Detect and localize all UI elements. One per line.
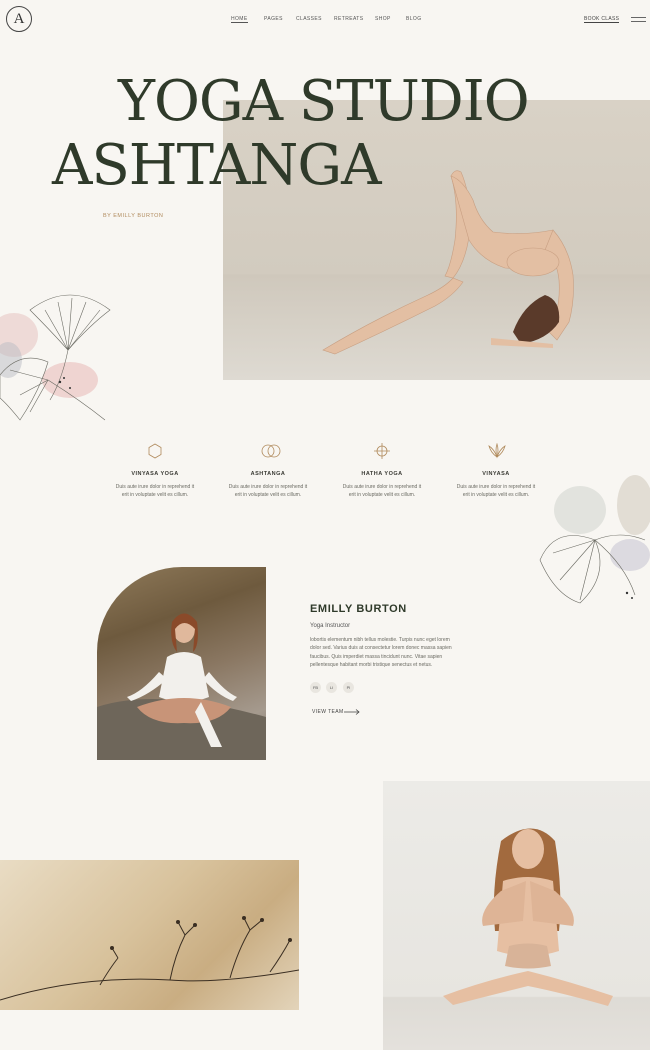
- social-facebook[interactable]: FB: [310, 682, 321, 693]
- service-vinyasa-yoga[interactable]: VINYASA YOGA Duis aute irure dolor in re…: [100, 443, 210, 499]
- nav-home[interactable]: HOME: [231, 16, 248, 23]
- service-desc: Duis aute irure dolor in reprehend it eri…: [115, 484, 195, 498]
- nav-classes[interactable]: CLASSES: [296, 16, 322, 22]
- meditating-woman-illustration: [97, 613, 266, 760]
- instructor-photo: [97, 567, 266, 760]
- namaste-pose-illustration: [443, 828, 613, 1006]
- nav-retreats[interactable]: RETREATS: [334, 16, 364, 22]
- view-team-link[interactable]: VIEW TEAM: [312, 709, 344, 715]
- service-name: VINYASA YOGA: [131, 471, 179, 477]
- service-name: HATHA YOGA: [361, 471, 403, 477]
- branch-silhouette-illustration: [0, 916, 299, 1001]
- book-class-button[interactable]: BOOK CLASS: [584, 16, 620, 23]
- plants-photo: [0, 860, 299, 1010]
- arrow-right-icon[interactable]: [344, 709, 360, 715]
- main-nav: HOME PAGES CLASSES RETREATS SHOP BLOG: [0, 16, 650, 26]
- cross-circle-icon: [374, 443, 390, 459]
- instructor-name: EMILLY BURTON: [310, 603, 407, 615]
- social-linkedin[interactable]: LI: [326, 682, 337, 693]
- service-hatha-yoga[interactable]: HATHA YOGA Duis aute irure dolor in repr…: [327, 443, 437, 499]
- instructor-bio: lobortis elementum nibh tellus molestie.…: [310, 637, 452, 668]
- nav-pages[interactable]: PAGES: [264, 16, 283, 22]
- service-ashtanga[interactable]: ASHTANGA Duis aute irure dolor in repreh…: [213, 443, 323, 499]
- lotus-icon: [488, 442, 506, 459]
- ginkgo-leaves-decoration: [539, 475, 650, 604]
- namaste-photo: [383, 781, 650, 1050]
- service-desc: Duis aute irure dolor in reprehend it eri…: [342, 484, 422, 498]
- nav-shop[interactable]: SHOP: [375, 16, 391, 22]
- ginkgo-leaves-decoration: [0, 294, 111, 421]
- nav-blog[interactable]: BLOG: [406, 16, 422, 22]
- social-pinterest[interactable]: PI: [343, 682, 354, 693]
- interlocking-circles-icon: [260, 443, 281, 459]
- service-desc: Duis aute irure dolor in reprehend it eri…: [228, 484, 308, 498]
- instructor-role: Yoga Instructor: [310, 623, 351, 629]
- hero-title-line1: YOGA STUDIO: [118, 69, 530, 134]
- hexagon-icon: [147, 443, 163, 459]
- hero-byline: BY EMILLY BURTON: [103, 213, 164, 219]
- hero-title-line2: ASHTANGA: [52, 133, 382, 198]
- hamburger-icon[interactable]: [631, 17, 646, 23]
- service-name: ASHTANGA: [250, 471, 286, 477]
